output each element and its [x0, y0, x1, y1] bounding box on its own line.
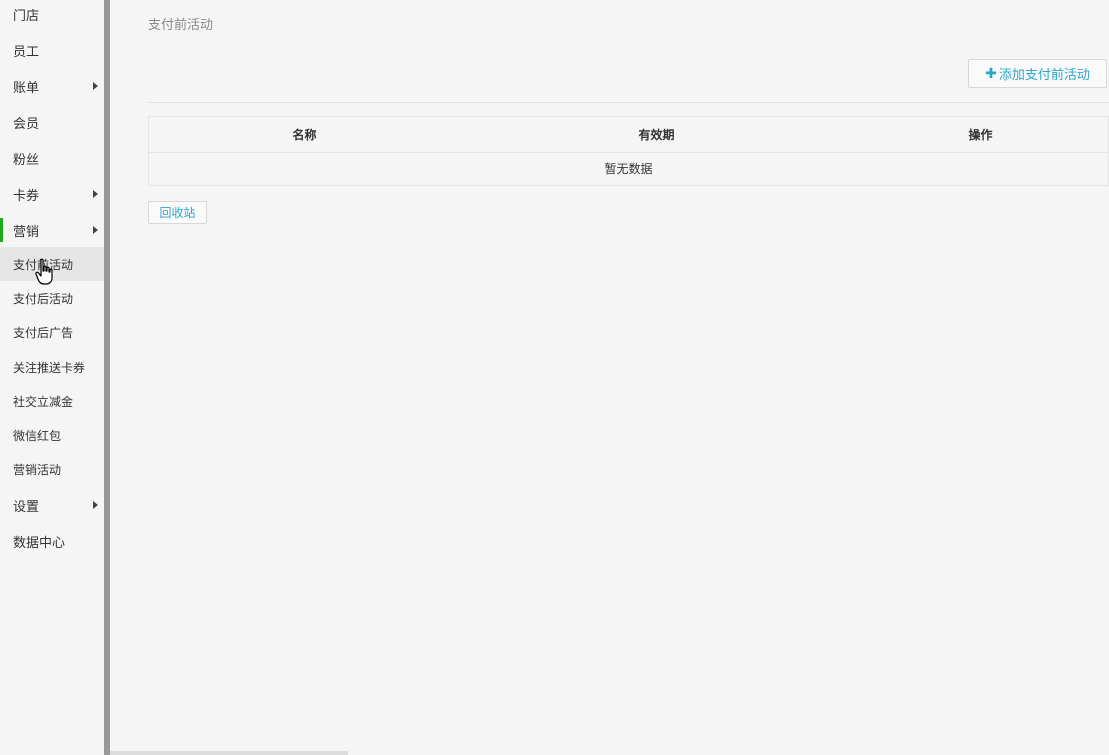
subitem-label: 社交立减金: [13, 394, 74, 409]
caret-right-icon: [93, 190, 98, 198]
table-empty-state: 暂无数据: [604, 162, 653, 176]
sidebar-item-label: 账单: [13, 80, 40, 96]
subitem-post-payment-activity[interactable]: 支付后活动: [0, 281, 110, 315]
sidebar-item-staff[interactable]: 员工: [0, 32, 104, 68]
sidebar-item-label: 会员: [13, 116, 40, 132]
sidebar-item-members[interactable]: 会员: [0, 104, 104, 140]
sidebar-item-label: 粉丝: [13, 152, 40, 168]
caret-right-icon: [93, 501, 98, 509]
sidebar-item-label: 数据中心: [13, 535, 66, 551]
sidebar-item-label: 员工: [13, 44, 40, 60]
recycle-bin-button[interactable]: 回收站: [148, 201, 207, 224]
sidebar-nav: 门店 员工 账单 会员 粉丝 卡券 营销 支付前活动 支付后活动 支付后广告 关…: [0, 0, 110, 755]
sidebar-item-fans[interactable]: 粉丝: [0, 140, 104, 176]
app-window: 门店 员工 账单 会员 粉丝 卡券 营销 支付前活动 支付后活动 支付后广告 关…: [0, 0, 1109, 755]
add-button-label: 添加支付前活动: [998, 68, 1090, 83]
subitem-label: 支付后广告: [13, 325, 74, 340]
sidebar-item-coupons[interactable]: 卡券: [0, 176, 104, 212]
divider: [148, 102, 1109, 103]
breadcrumb: 支付前活动: [148, 18, 214, 33]
horizontal-scrollbar[interactable]: [110, 751, 348, 755]
add-pre-payment-activity-button[interactable]: ✚ 添加支付前活动: [968, 59, 1107, 88]
subitem-label: 微信红包: [13, 428, 62, 443]
subitem-label: 关注推送卡券: [13, 360, 86, 375]
column-header-actions: 操作: [968, 128, 993, 142]
subitem-wechat-red-packet[interactable]: 微信红包: [0, 418, 110, 452]
subitem-post-payment-ads[interactable]: 支付后广告: [0, 315, 110, 349]
plus-icon: ✚: [985, 65, 997, 82]
subitem-pre-payment-activity[interactable]: 支付前活动: [0, 247, 110, 281]
sidebar-item-stores[interactable]: 门店: [0, 0, 104, 32]
caret-right-icon: [93, 226, 98, 234]
sidebar-item-data-center[interactable]: 数据中心: [0, 523, 104, 559]
table-header: 名称 有效期 操作: [149, 117, 1108, 153]
caret-right-icon: [93, 82, 98, 90]
subitem-marketing-campaigns[interactable]: 营销活动: [0, 452, 110, 486]
column-header-name: 名称: [292, 128, 317, 142]
sidebar-item-bills[interactable]: 账单: [0, 68, 104, 104]
sidebar-item-marketing[interactable]: 营销: [0, 212, 104, 248]
subitem-follow-push-coupons[interactable]: 关注推送卡券: [0, 350, 110, 384]
subitem-social-discount[interactable]: 社交立减金: [0, 384, 110, 418]
sidebar-item-label: 营销: [13, 224, 40, 240]
subitem-label: 营销活动: [13, 462, 62, 477]
activity-table: 名称 有效期 操作 暂无数据: [148, 116, 1109, 186]
column-header-validity: 有效期: [638, 128, 675, 142]
sidebar-item-label: 卡券: [13, 188, 40, 204]
subitem-label: 支付前活动: [13, 257, 74, 272]
subitem-label: 支付后活动: [13, 291, 74, 306]
sidebar-item-settings[interactable]: 设置: [0, 487, 104, 523]
sidebar-item-label: 设置: [13, 499, 40, 515]
sidebar-item-label: 门店: [13, 8, 40, 24]
main-content: 支付前活动 ✚ 添加支付前活动 名称 有效期 操作 暂无数据 回收站: [110, 0, 1109, 755]
active-indicator: [0, 218, 3, 242]
